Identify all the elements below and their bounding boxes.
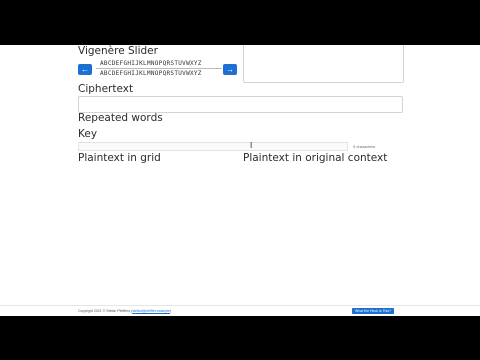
- shift-left-button[interactable]: ←: [78, 64, 92, 75]
- shift-right-button[interactable]: →: [223, 64, 237, 75]
- slider-notes-box[interactable]: [243, 45, 404, 83]
- footer: Copyright 2021 © Stefan Pfeiffers (stefa…: [0, 305, 480, 316]
- plaintext-context-title: Plaintext in original context: [243, 152, 388, 164]
- vigenere-slider-title: Vigenère Slider: [78, 45, 158, 57]
- bottom-alphabet[interactable]: ABCDEFGHIJKLMNOPQRSTUVWXYZ: [100, 70, 202, 77]
- about-button[interactable]: What the Heck is This?: [352, 308, 394, 314]
- key-character-count: 0 characters: [353, 144, 376, 149]
- slider-divider: [96, 68, 222, 69]
- key-input[interactable]: [78, 142, 348, 151]
- plaintext-grid-title: Plaintext in grid: [78, 152, 161, 164]
- repeated-words-title: Repeated words: [78, 112, 163, 124]
- footer-copyright: Copyright 2021 © Stefan Pfeiffers (stefa…: [78, 309, 171, 313]
- page: Vigenère Slider ← ABCDEFGHIJKLMNOPQRSTUV…: [0, 45, 480, 315]
- text-cursor-icon: I: [250, 141, 253, 150]
- top-alphabet: ABCDEFGHIJKLMNOPQRSTUVWXYZ: [100, 60, 202, 67]
- author-email-link[interactable]: stefan@pfeiffer.example: [132, 309, 170, 313]
- ciphertext-title: Ciphertext: [78, 83, 134, 95]
- ciphertext-input[interactable]: [78, 96, 403, 113]
- copyright-text: Copyright 2021 © Stefan Pfeiffers (: [78, 309, 133, 313]
- key-title: Key: [78, 128, 98, 140]
- copyright-end: ): [170, 309, 172, 313]
